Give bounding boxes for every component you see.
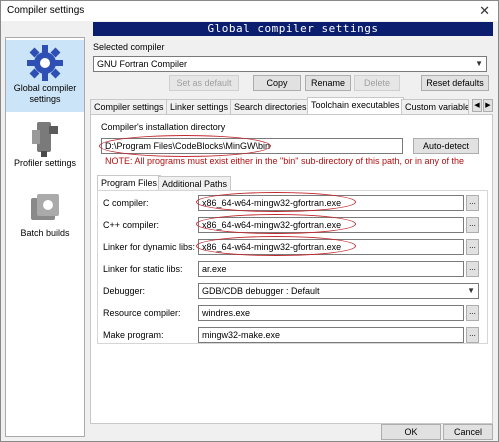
- browse-button[interactable]: ...: [466, 217, 479, 233]
- sidebar-item-batch-builds[interactable]: Batch builds: [6, 188, 84, 250]
- tab-compiler-settings[interactable]: Compiler settings: [90, 99, 168, 114]
- page-banner: Global compiler settings: [93, 22, 493, 36]
- tab-custom-variables[interactable]: Custom variable: [401, 99, 469, 114]
- make-program-label: Make program:: [103, 330, 164, 340]
- dynamic-linker-label: Linker for dynamic libs:: [103, 242, 196, 252]
- static-linker-input[interactable]: ar.exe: [198, 261, 464, 277]
- browse-button[interactable]: ...: [466, 195, 479, 211]
- gear-icon: [27, 45, 63, 81]
- compiler-select[interactable]: GNU Fortran Compiler ▼: [93, 56, 487, 72]
- resource-compiler-input[interactable]: windres.exe: [198, 305, 464, 321]
- annotation-circle: [196, 192, 356, 212]
- install-note: NOTE: All programs must exist either in …: [105, 156, 465, 166]
- chevron-down-icon: ▼: [475, 59, 483, 68]
- tab-additional-paths[interactable]: Additional Paths: [158, 176, 232, 191]
- window-title: Compiler settings: [7, 5, 85, 16]
- compiler-settings-dialog: Compiler settings ✕ Global compiler sett…: [0, 0, 499, 442]
- browse-button[interactable]: ...: [466, 261, 479, 277]
- tab-toolchain-executables[interactable]: Toolchain executables: [307, 97, 404, 114]
- debugger-select[interactable]: GDB/CDB debugger : Default ▼: [198, 283, 479, 299]
- sidebar-item-label: Global compiler settings: [13, 83, 77, 104]
- cancel-button[interactable]: Cancel: [443, 424, 493, 440]
- annotation-circle: [196, 236, 356, 256]
- batch-icon: [31, 194, 59, 220]
- static-linker-label: Linker for static libs:: [103, 264, 183, 274]
- selected-compiler-label: Selected compiler: [93, 42, 165, 52]
- profiler-icon: [32, 122, 58, 157]
- make-program-input[interactable]: mingw32-make.exe: [198, 327, 464, 343]
- debugger-select-value: GDB/CDB debugger : Default: [202, 286, 320, 296]
- tab-scroll-left-icon[interactable]: ◀: [472, 99, 482, 112]
- auto-detect-button[interactable]: Auto-detect: [413, 138, 479, 154]
- compiler-select-value: GNU Fortran Compiler: [97, 59, 188, 69]
- set-default-button[interactable]: Set as default: [169, 75, 239, 91]
- browse-button[interactable]: ...: [466, 305, 479, 321]
- c-compiler-label: C compiler:: [103, 198, 149, 208]
- sidebar-item-label: Profiler settings: [13, 158, 77, 168]
- reset-defaults-button[interactable]: Reset defaults: [421, 75, 489, 91]
- browse-button[interactable]: ...: [466, 239, 479, 255]
- sidebar-item-global-compiler[interactable]: Global compiler settings: [6, 40, 84, 112]
- annotation-circle: [196, 214, 356, 234]
- copy-button[interactable]: Copy: [253, 75, 301, 91]
- close-icon[interactable]: ✕: [479, 3, 490, 19]
- browse-button[interactable]: ...: [466, 327, 479, 343]
- delete-button[interactable]: Delete: [354, 75, 400, 91]
- debugger-label: Debugger:: [103, 286, 146, 296]
- sidebar-item-profiler[interactable]: Profiler settings: [6, 116, 84, 178]
- chevron-down-icon: ▼: [467, 286, 475, 295]
- rename-button[interactable]: Rename: [305, 75, 351, 91]
- tab-program-files[interactable]: Program Files: [97, 175, 162, 190]
- resource-compiler-label: Resource compiler:: [103, 308, 181, 318]
- ok-button[interactable]: OK: [381, 424, 441, 440]
- sidebar-item-label: Batch builds: [20, 228, 70, 238]
- tab-search-directories[interactable]: Search directories: [230, 99, 311, 114]
- cpp-compiler-label: C++ compiler:: [103, 220, 160, 230]
- tab-scroll-right-icon[interactable]: ▶: [483, 99, 493, 112]
- annotation-circle: [99, 135, 271, 157]
- title-bar: Compiler settings ✕: [1, 1, 498, 21]
- tab-linker-settings[interactable]: Linker settings: [166, 99, 233, 114]
- sidebar: Global compiler settings Profiler settin…: [5, 37, 85, 437]
- install-dir-label: Compiler's installation directory: [101, 122, 226, 132]
